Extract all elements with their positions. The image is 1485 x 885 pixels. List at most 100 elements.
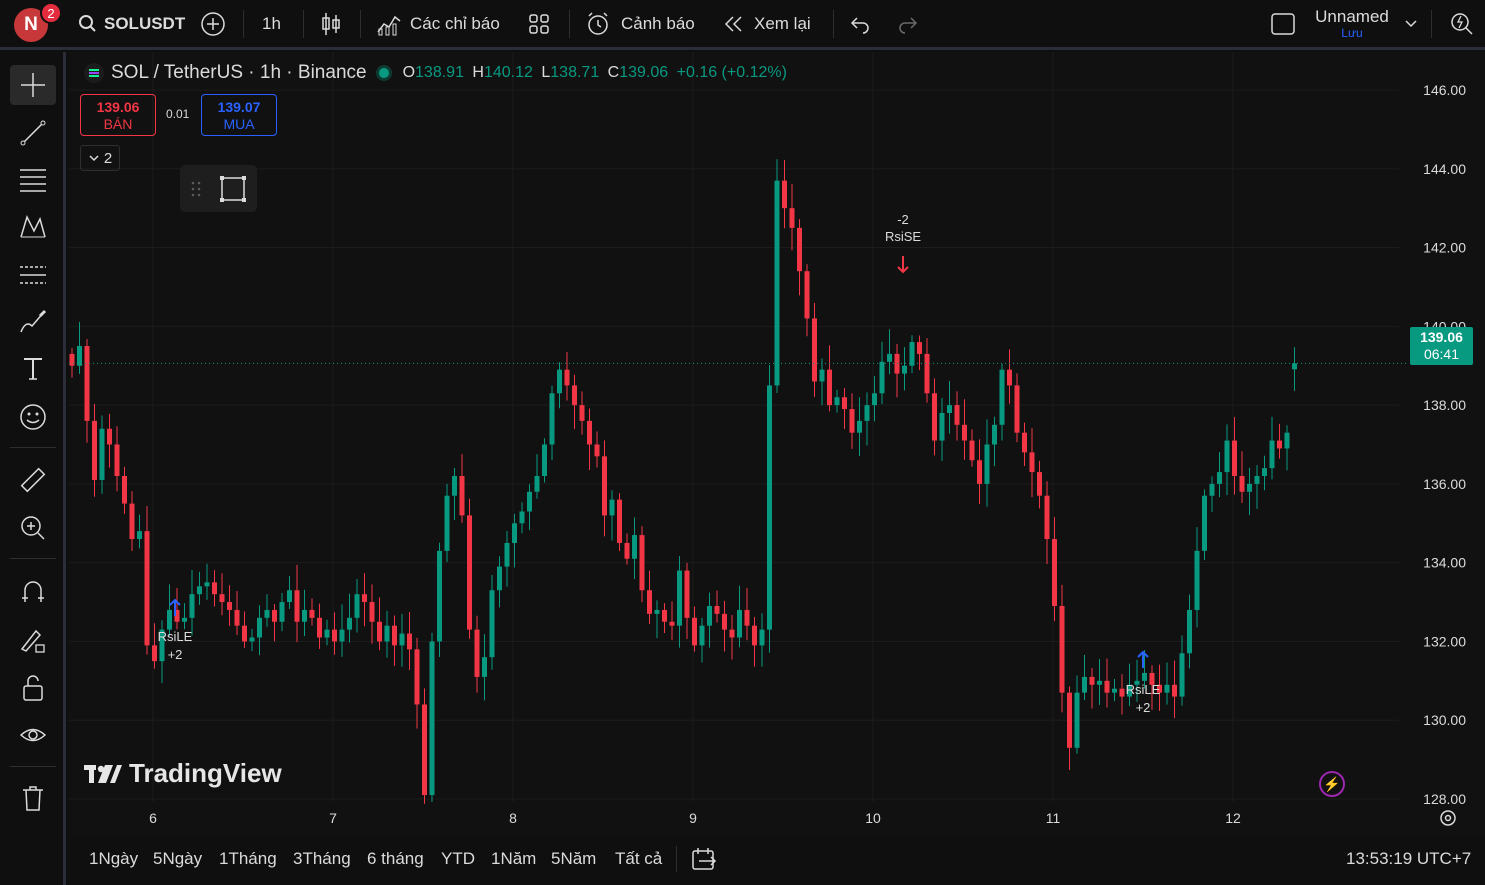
candle-body <box>572 385 577 406</box>
interval-button[interactable]: 1h <box>262 0 281 48</box>
fib-tool[interactable] <box>10 160 56 200</box>
indicators-collapse-button[interactable]: 2 <box>80 145 120 171</box>
candle-body <box>129 503 135 540</box>
candle-body <box>609 499 615 516</box>
time-axis-label: 6 <box>149 810 157 826</box>
top-toolbar: N 2 SOLUSDT 1h Các chỉ báo Cảnh báo Xem … <box>0 0 1485 50</box>
price-axis-label: 134.00 <box>1423 555 1466 571</box>
candle-body <box>512 523 517 543</box>
candle-body <box>729 629 735 638</box>
drag-handle-icon[interactable] <box>190 179 202 199</box>
signal-name: RsiLE <box>1126 682 1161 697</box>
sell-button[interactable]: 139.06 BÁN <box>80 94 156 136</box>
crosshair-tool[interactable] <box>10 65 56 105</box>
lightning-icon[interactable]: ⚡ <box>1319 771 1345 797</box>
range-button[interactable]: 5Năm <box>551 838 596 880</box>
candle-body <box>984 444 990 484</box>
candle-body <box>1224 440 1230 473</box>
range-button[interactable]: YTD <box>441 838 475 880</box>
plus-circle-icon <box>201 12 225 36</box>
candle-body <box>272 609 277 622</box>
candle-body <box>1067 692 1072 748</box>
candle-body <box>1172 684 1177 697</box>
sol-coin-icon <box>84 63 104 83</box>
timezone-clock[interactable]: 13:53:19 UTC+7 <box>1346 838 1471 880</box>
range-button[interactable]: 1Tháng <box>219 838 277 880</box>
ruler-tool[interactable] <box>10 460 56 500</box>
candle-body <box>519 511 525 524</box>
avatar-letter: N <box>24 14 38 35</box>
buy-button[interactable]: 139.07 MUA <box>201 94 277 136</box>
chart-pane[interactable]: 146.00144.00142.00140.00138.00136.00134.… <box>69 52 1485 835</box>
divider <box>10 766 56 767</box>
rectangle-select-icon[interactable] <box>218 174 248 204</box>
candle-body <box>797 227 802 272</box>
candle-body <box>947 405 952 413</box>
symbol-label: SOLUSDT <box>104 14 186 33</box>
pencil-lock-icon <box>20 629 45 653</box>
divider <box>243 10 244 38</box>
templates-button[interactable] <box>528 0 550 48</box>
candle-body <box>204 582 210 587</box>
forecast-icon <box>20 266 46 284</box>
candle-body <box>317 617 322 638</box>
candle-body <box>1074 692 1080 748</box>
range-button[interactable]: 5Ngày <box>153 838 202 880</box>
unlock-icon <box>23 675 43 701</box>
zoom-tool[interactable] <box>10 508 56 548</box>
redo-button[interactable] <box>896 0 920 48</box>
candle-body <box>774 180 780 386</box>
layout-select[interactable] <box>1270 0 1296 48</box>
price-chart[interactable]: 146.00144.00142.00140.00138.00136.00134.… <box>69 52 1485 835</box>
candle-body <box>1142 672 1147 681</box>
settings-gear-icon[interactable] <box>1437 807 1459 829</box>
range-button[interactable]: 1Ngày <box>89 838 138 880</box>
horizontal-lines-icon <box>20 169 46 192</box>
indicators-button[interactable]: Các chỉ báo <box>376 0 500 48</box>
candle-body <box>579 405 585 421</box>
trend-line-tool[interactable] <box>10 113 56 153</box>
replay-button[interactable]: Xem lại <box>722 0 811 48</box>
candle-body <box>1202 495 1207 551</box>
layout-name-block[interactable]: Unnamed Lưu <box>1312 8 1392 41</box>
range-button[interactable]: 6 tháng <box>367 838 424 880</box>
range-button[interactable]: Tất cả <box>615 838 662 880</box>
candle-body <box>714 605 720 614</box>
grid-icon <box>529 14 549 34</box>
candle-body <box>1052 539 1057 606</box>
candle-body <box>497 566 502 591</box>
candle-body <box>752 625 757 646</box>
emoji-tool[interactable] <box>10 397 56 437</box>
save-status: Lưu <box>1341 26 1363 40</box>
candle-body <box>849 409 855 433</box>
divider <box>10 558 56 559</box>
spread-value: 0.01 <box>166 107 190 121</box>
undo-button[interactable] <box>848 0 872 48</box>
forecast-tool[interactable] <box>10 255 56 295</box>
candle-body <box>594 444 600 457</box>
goto-date-button[interactable] <box>691 838 717 880</box>
layout-menu-button[interactable] <box>1404 0 1418 48</box>
candle-body <box>392 625 397 646</box>
symbol-search-button[interactable]: SOLUSDT <box>78 0 185 48</box>
range-button[interactable]: 3Tháng <box>293 838 351 880</box>
candle-body <box>467 515 472 630</box>
compare-add-button[interactable] <box>200 0 226 48</box>
hide-drawings-tool[interactable] <box>10 715 56 755</box>
range-button[interactable]: 1Năm <box>491 838 536 880</box>
quick-search-button[interactable] <box>1449 0 1475 48</box>
candle-body <box>699 625 705 646</box>
alerts-button[interactable]: Cảnh báo <box>585 0 695 48</box>
layout-square-icon <box>1271 13 1295 35</box>
symbol-title[interactable]: SOL / TetherUS · 1h · Binance <box>111 62 367 84</box>
candle-body <box>294 590 300 622</box>
lock-all-tool[interactable] <box>10 668 56 708</box>
candle-body <box>474 629 480 677</box>
pattern-tool[interactable] <box>10 207 56 247</box>
text-tool[interactable] <box>10 349 56 389</box>
magnet-tool[interactable] <box>10 572 56 612</box>
chart-type-button[interactable] <box>320 0 342 48</box>
lock-drawing-tool[interactable] <box>10 620 56 660</box>
delete-drawings-tool[interactable] <box>10 778 56 818</box>
brush-tool[interactable] <box>10 302 56 342</box>
